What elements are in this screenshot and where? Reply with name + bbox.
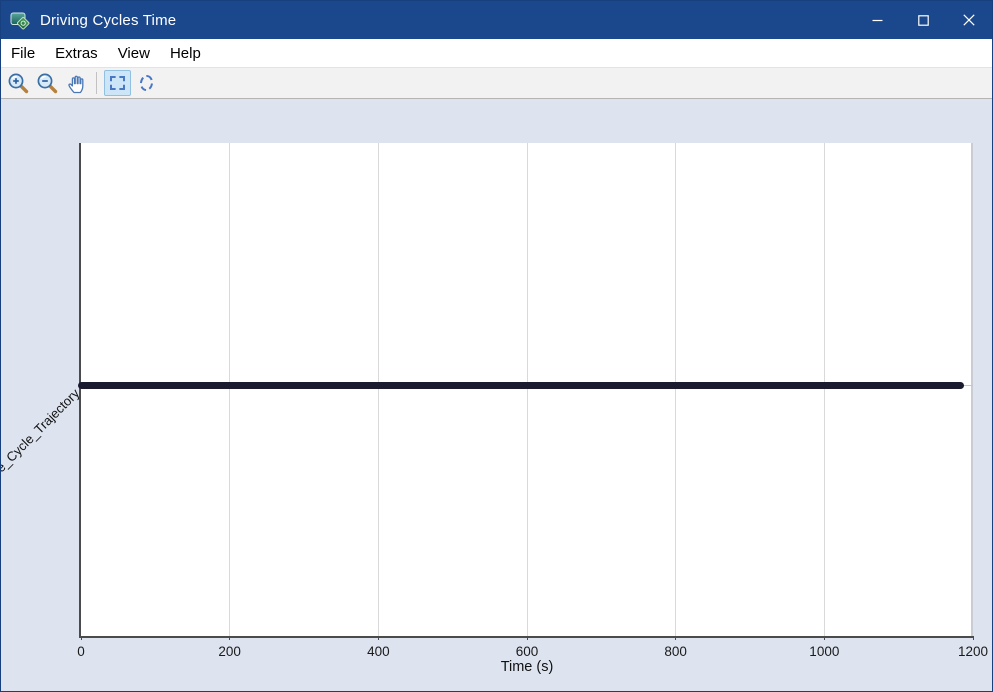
x-tick-label: 400	[367, 644, 390, 659]
zoom-in-button[interactable]	[5, 70, 32, 96]
menu-view[interactable]: View	[108, 41, 160, 66]
x-tick-mark	[527, 636, 528, 640]
plot-canvas[interactable]	[81, 143, 973, 636]
vertical-gridline	[824, 143, 825, 636]
trajectory-curve	[78, 382, 964, 389]
vertical-gridline	[527, 143, 528, 636]
toolbar	[1, 67, 992, 99]
x-tick-mark	[973, 636, 974, 640]
menubar: File Extras View Help	[1, 39, 992, 67]
x-tick-mark	[824, 636, 825, 640]
vertical-gridline	[229, 143, 230, 636]
x-tick-mark	[229, 636, 230, 640]
vertical-gridline	[971, 143, 973, 636]
hand-icon	[65, 72, 88, 95]
toolbar-separator	[96, 72, 97, 94]
y-axis-line	[79, 143, 81, 636]
zoom-out-button[interactable]	[34, 70, 61, 96]
vertical-gridline	[675, 143, 676, 636]
pan-button[interactable]	[63, 70, 90, 96]
x-tick-mark	[675, 636, 676, 640]
x-axis-title: Time (s)	[501, 659, 554, 675]
maximize-button[interactable]	[900, 1, 946, 39]
maximize-icon	[918, 15, 929, 26]
x-tick-mark	[81, 636, 82, 640]
window-title: Driving Cycles Time	[40, 12, 176, 29]
x-tick-mark	[378, 636, 379, 640]
close-button[interactable]	[946, 1, 992, 39]
plot-content: Simple_Cycle_Trajectory 0 200 400 600 800 100…	[1, 99, 992, 691]
menu-file[interactable]: File	[1, 41, 45, 66]
caption-buttons	[854, 1, 992, 39]
dashed-ellipse-icon	[139, 74, 154, 92]
x-tick-label: 800	[664, 644, 687, 659]
vertical-gridline	[378, 143, 379, 636]
ellipse-zoom-button[interactable]	[133, 70, 160, 96]
x-tick-label: 1000	[809, 644, 839, 659]
titlebar[interactable]: Driving Cycles Time	[1, 1, 992, 39]
plot-window-icon	[10, 10, 31, 31]
x-tick-label: 200	[218, 644, 241, 659]
magnifier-minus-icon	[36, 72, 59, 95]
dashed-rectangle-icon	[110, 76, 125, 90]
y-axis-title: Simple_Cycle_Trajectory	[0, 386, 82, 498]
close-icon	[963, 14, 975, 26]
x-tick-label: 600	[516, 644, 539, 659]
minimize-icon	[872, 15, 883, 26]
magnifier-plus-icon	[7, 72, 30, 95]
menu-help[interactable]: Help	[160, 41, 211, 66]
x-tick-label: 1200	[958, 644, 988, 659]
app-window: Driving Cycles Time File Extras	[0, 0, 993, 692]
minimize-button[interactable]	[854, 1, 900, 39]
menu-extras[interactable]: Extras	[45, 41, 108, 66]
rectangle-zoom-button[interactable]	[104, 70, 131, 96]
x-tick-label: 0	[77, 644, 85, 659]
